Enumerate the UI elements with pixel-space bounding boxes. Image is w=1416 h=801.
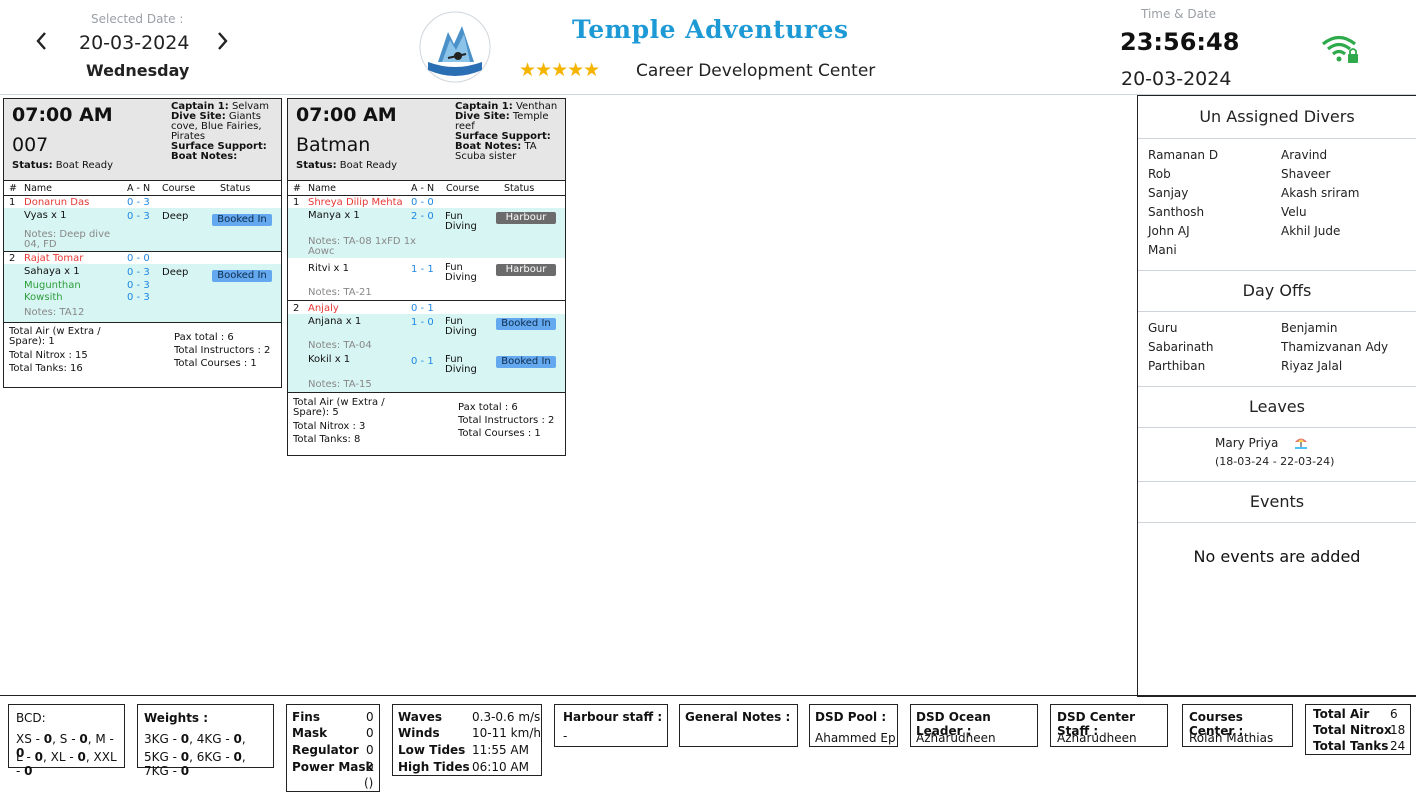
trip-meta: Captain 1: Venthan Dive Site: Temple ree…	[455, 101, 558, 162]
group-lead-row[interactable]: 2 Anjaly 0 - 1	[288, 301, 565, 314]
diver-row[interactable]: Manya x 1 2 - 0 Fun Diving Harbour Notes…	[288, 208, 565, 258]
selected-date: 20-03-2024	[79, 32, 190, 54]
harbour-staff-box: Harbour staff : -	[554, 704, 668, 747]
diver-group: 2 Anjaly 0 - 1 Anjana x 1 1 - 0 Fun Divi…	[288, 301, 565, 393]
staff-name: Riyaz Jalal	[1281, 359, 1343, 373]
diver-name[interactable]: Mani	[1148, 243, 1177, 257]
weights-box: Weights : 3KG - 0, 4KG - 0, 5KG - 0, 6KG…	[137, 704, 274, 778]
group-lead-row[interactable]: 1 Donarun Das 0 - 3	[4, 196, 281, 208]
chevron-left-icon[interactable]	[34, 30, 50, 56]
staff-name: Thamizvanan Ady	[1281, 340, 1389, 354]
boat-name: Batman	[296, 134, 371, 156]
wifi-lock-icon	[1321, 34, 1361, 66]
rating-stars-icon: ★★★★★	[519, 59, 600, 81]
diver-name[interactable]: Sanjay	[1148, 186, 1188, 200]
general-notes-box: General Notes :	[679, 704, 798, 747]
day-of-week: Wednesday	[86, 61, 190, 80]
column-headers: # Name A - N Course Status	[288, 181, 565, 196]
leave-dates: (18-03-24 - 22-03-24)	[1215, 455, 1335, 468]
bcd-line-2: L - 0, XL - 0, XXL - 0	[16, 750, 117, 778]
staff-name: Guru	[1148, 321, 1178, 335]
status-badge[interactable]: Booked In	[212, 214, 272, 226]
trip-card[interactable]: 07:00 AM 007 Status: Boat Ready Captain …	[3, 98, 282, 388]
status-badge[interactable]: Booked In	[496, 318, 556, 330]
status-badge[interactable]: Booked In	[212, 270, 272, 282]
totals-box: Total Air 6 Total Nitrox 18 Total Tanks 24	[1305, 704, 1411, 755]
right-panel: Un Assigned Divers Ramanan D Aravind Rob…	[1137, 95, 1416, 697]
dsd-pool-box: DSD Pool : Ahammed Ep	[809, 704, 898, 747]
diver-name[interactable]: Rob	[1148, 167, 1171, 181]
trip-totals: Total Air (w Extra / Spare): 1 Total Nit…	[9, 326, 271, 375]
status-badge[interactable]: Harbour	[496, 264, 556, 276]
diver-group: 2 Rajat Tomar 0 - 0 Sahaya x 1 0 - 3 Dee…	[4, 252, 281, 323]
trip-meta: Captain 1: Selvam Dive Site: Giants cove…	[171, 101, 270, 162]
selected-date-label: Selected Date :	[91, 12, 184, 26]
leave-name: Mary Priya	[1215, 436, 1279, 450]
diver-name[interactable]: Ramanan D	[1148, 148, 1218, 162]
weights-line-2: 5KG - 0, 6KG - 0, 7KG - 0	[144, 750, 246, 778]
brand-title: Temple Adventures	[572, 15, 849, 44]
bottom-summary-bar: BCD: XS - 0, S - 0, M - 0 L - 0, XL - 0,…	[0, 695, 1416, 801]
bcd-box: BCD: XS - 0, S - 0, M - 0 L - 0, XL - 0,…	[8, 704, 125, 778]
diver-row[interactable]: Kokil x 1 0 - 1 Fun Diving Booked In Not…	[288, 352, 565, 392]
trip-card-header: 07:00 AM 007 Status: Boat Ready Captain …	[4, 99, 281, 181]
conditions-box: Waves 0.3-0.6 m/s Winds 10-11 km/h Low Tid…	[392, 704, 542, 776]
dayoffs-title: Day Offs	[1138, 271, 1416, 312]
unassigned-title: Un Assigned Divers	[1138, 96, 1416, 139]
diver-row[interactable]: Vyas x 1 0 - 3 Deep Booked In Notes: Dee…	[4, 208, 281, 251]
diver-name[interactable]: Aravind	[1281, 148, 1327, 162]
gear-extra: ()	[364, 776, 374, 790]
unassigned-list: Ramanan D Aravind Rob Shaveer Sanjay Aka…	[1138, 139, 1416, 271]
diver-name[interactable]: Shaveer	[1281, 167, 1330, 181]
trip-totals: Total Air (w Extra / Spare): 5 Total Nit…	[293, 397, 555, 446]
diver-row[interactable]: Ritvi x 1 1 - 1 Fun Diving Harbour Notes…	[288, 258, 565, 300]
staff-name: Benjamin	[1281, 321, 1338, 335]
boat-status: Status: Boat Ready	[12, 160, 114, 171]
events-title: Events	[1138, 482, 1416, 523]
chevron-right-icon[interactable]	[216, 30, 232, 56]
weights-title: Weights :	[144, 711, 209, 725]
diver-row[interactable]: Sahaya x 1 0 - 3 Deep Booked In Muguntha…	[4, 264, 281, 322]
dsd-center-staff-box: DSD Center Staff : Azharudheen	[1050, 704, 1168, 747]
diver-group: 1 Shreya Dilip Mehta 0 - 0 Manya x 1 2 -…	[288, 196, 565, 301]
leaves-list: Mary Priya (18-03-24 - 22-03-24)	[1138, 428, 1416, 482]
beach-umbrella-icon	[1294, 435, 1308, 449]
bcd-title: BCD:	[16, 711, 46, 725]
brand-subtitle: Career Development Center	[636, 61, 876, 81]
clock: 23:56:48	[1120, 28, 1240, 56]
courses-center-box: Courses Center : Rolan Mathias	[1182, 704, 1293, 747]
header: Selected Date : 20-03-2024 Wednesday Tem…	[0, 0, 1416, 95]
diver-name[interactable]: Akash sriram	[1281, 186, 1359, 200]
weights-line-1: 3KG - 0, 4KG - 0,	[144, 732, 246, 746]
dayoffs-list: Guru Benjamin Sabarinath Thamizvanan Ady…	[1138, 312, 1416, 387]
diver-group: 1 Donarun Das 0 - 3 Vyas x 1 0 - 3 Deep …	[4, 196, 281, 252]
diver-name[interactable]: Akhil Jude	[1281, 224, 1340, 238]
trip-card-header: 07:00 AM Batman Status: Boat Ready Capta…	[288, 99, 565, 181]
gear-box: Fins 0 Mask 0 Regulator 0 Power Mask 0 ()	[286, 704, 380, 792]
staff-name: Parthiban	[1148, 359, 1206, 373]
clock-date: 20-03-2024	[1121, 68, 1232, 90]
status-badge[interactable]: Harbour	[496, 212, 556, 224]
diver-name[interactable]: Santhosh	[1148, 205, 1204, 219]
trip-card[interactable]: 07:00 AM Batman Status: Boat Ready Capta…	[287, 98, 566, 456]
events-empty-message: No events are added	[1193, 547, 1361, 566]
boat-name: 007	[12, 134, 49, 156]
time-date-label: Time & Date	[1141, 7, 1217, 21]
diver-name[interactable]: John AJ	[1148, 224, 1190, 238]
status-badge[interactable]: Booked In	[496, 356, 556, 368]
boat-status: Status: Boat Ready	[296, 160, 398, 171]
column-headers: # Name A - N Course Status	[4, 181, 281, 196]
staff-name: Sabarinath	[1148, 340, 1214, 354]
leaves-title: Leaves	[1138, 387, 1416, 428]
dsd-ocean-leader-box: DSD Ocean Leader : Azharudheen	[910, 704, 1038, 747]
group-lead-row[interactable]: 2 Rajat Tomar 0 - 0	[4, 252, 281, 264]
trip-time: 07:00 AM	[12, 104, 113, 126]
logo	[418, 10, 492, 84]
diver-row[interactable]: Anjana x 1 1 - 0 Fun Diving Booked In No…	[288, 314, 565, 352]
trip-time: 07:00 AM	[296, 104, 397, 126]
diver-name[interactable]: Velu	[1281, 205, 1307, 219]
group-lead-row[interactable]: 1 Shreya Dilip Mehta 0 - 0	[288, 196, 565, 208]
